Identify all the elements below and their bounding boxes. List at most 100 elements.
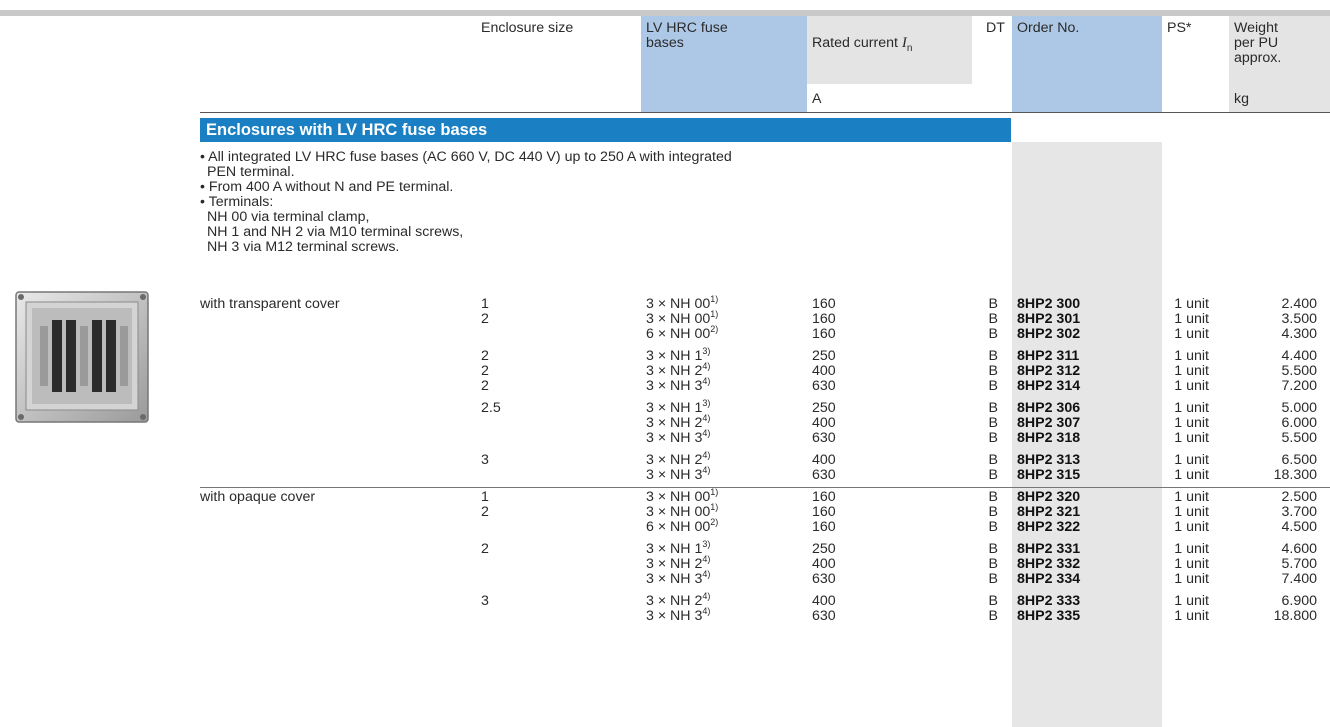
cell-weight: 5.500 (1281, 363, 1317, 379)
group-divider (200, 487, 1330, 488)
cell-dt: B (988, 489, 998, 505)
cell-weight: 7.200 (1281, 378, 1317, 394)
cell-current: 630 (812, 467, 836, 483)
footnote-ref: 2) (710, 324, 719, 334)
cell-order: 8HP2 318 (1017, 430, 1081, 446)
footnote-ref: 1) (710, 487, 719, 497)
cell-dt: B (988, 363, 998, 379)
cell-current: 160 (812, 311, 836, 327)
cell-weight: 4.300 (1281, 326, 1317, 342)
cell-dt: B (988, 571, 998, 587)
cell-current: 400 (812, 593, 836, 609)
cell-current: 250 (812, 400, 836, 416)
cell-dt: B (988, 467, 998, 483)
cell-fuse: 3 × NH 13) (646, 346, 711, 364)
cell-ps: 1 unit (1174, 467, 1209, 483)
fuse-text: 3 × NH 2 (646, 415, 703, 431)
cell-fuse: 3 × NH 24) (646, 554, 711, 572)
footnote-ref: 1) (710, 502, 719, 512)
cell-dt: B (988, 541, 998, 557)
cell-weight: 2.500 (1281, 489, 1317, 505)
fuse-text: 3 × NH 00 (646, 489, 711, 505)
footnote-ref: 4) (702, 413, 711, 423)
unit-current: A (812, 91, 822, 107)
fuse-text: 3 × NH 00 (646, 311, 711, 327)
footnote-ref: 4) (702, 569, 711, 579)
footnote-ref: 3) (702, 398, 711, 408)
cell-ps: 1 unit (1174, 430, 1209, 446)
cell-fuse: 3 × NH 34) (646, 466, 710, 483)
cell-current: 400 (812, 363, 836, 379)
cell-size: 2 (481, 348, 489, 364)
fuse-text: 3 × NH 00 (646, 504, 711, 520)
cell-fuse: 3 × NH 34) (646, 376, 711, 394)
cell-current: 160 (812, 504, 836, 520)
cell-weight: 18.800 (1273, 608, 1317, 624)
cell-size: 3 (481, 452, 489, 468)
cell-weight: 7.400 (1281, 571, 1317, 587)
cell-order: 8HP2 312 (1017, 363, 1081, 379)
cell-size: 2 (481, 363, 489, 379)
cell-order: 8HP2 334 (1017, 571, 1081, 587)
cell-order: 8HP2 307 (1017, 415, 1081, 431)
note-line: PEN terminal. (207, 164, 295, 180)
cell-size: 2 (481, 504, 489, 520)
cell-fuse: 3 × NH 13) (646, 539, 711, 557)
footnote-ref: 4) (702, 428, 711, 438)
cell-ps: 1 unit (1174, 400, 1209, 416)
header-rule (200, 112, 1330, 113)
cell-ps: 1 unit (1174, 504, 1209, 520)
cell-current: 630 (812, 430, 836, 446)
cell-order: 8HP2 335 (1017, 608, 1081, 624)
group-label: with transparent cover (200, 296, 340, 312)
note-line: • All integrated LV HRC fuse bases (AC 6… (200, 149, 732, 165)
cell-dt: B (988, 311, 998, 327)
cell-order: 8HP2 302 (1017, 326, 1081, 342)
enclosure-with-fuse-bases-photo (15, 291, 149, 423)
cell-dt: B (988, 608, 998, 624)
footnote-ref: 4) (702, 361, 711, 371)
order-no-section-cap (1012, 118, 1162, 142)
cell-order: 8HP2 301 (1017, 311, 1081, 327)
cell-fuse: 3 × NH 24) (646, 361, 711, 379)
fuse-text: 3 × NH 2 (646, 593, 703, 609)
cell-dt: B (988, 415, 998, 431)
cell-fuse: 3 × NH 24) (646, 592, 710, 609)
cell-fuse: 3 × NH 24) (646, 413, 711, 431)
footnote-ref: 4) (702, 450, 711, 460)
cell-order: 8HP2 322 (1017, 519, 1081, 535)
header-ps: PS* (1167, 20, 1192, 36)
cell-ps: 1 unit (1174, 489, 1209, 505)
footnote-ref: 3) (702, 346, 711, 356)
cell-order: 8HP2 314 (1017, 378, 1081, 394)
cell-weight: 18.300 (1273, 467, 1317, 483)
note-line: • Terminals: (200, 194, 274, 210)
header-order-no: Order No. (1017, 20, 1080, 36)
cell-dt: B (988, 378, 998, 394)
cell-current: 400 (812, 415, 836, 431)
cell-dt: B (988, 430, 998, 446)
cell-fuse: 6 × NH 002) (646, 324, 719, 342)
cell-fuse: 3 × NH 13) (646, 398, 711, 416)
cell-fuse: 3 × NH 001) (646, 487, 719, 505)
note-line: NH 1 and NH 2 via M10 terminal screws, (207, 224, 464, 240)
footnote-ref: 3) (702, 539, 711, 549)
cell-ps: 1 unit (1174, 519, 1209, 535)
cell-fuse: 3 × NH 001) (646, 502, 719, 520)
cell-dt: B (988, 593, 998, 609)
cell-weight: 6.000 (1281, 415, 1317, 431)
cell-ps: 1 unit (1174, 326, 1209, 342)
cell-ps: 1 unit (1174, 378, 1209, 394)
fuse-text: 3 × NH 1 (646, 541, 703, 557)
fuse-text: 3 × NH 3 (646, 378, 703, 394)
cell-ps: 1 unit (1174, 608, 1209, 624)
section-title: Enclosures with LV HRC fuse bases (200, 118, 1011, 142)
footnote-ref: 4) (702, 554, 711, 564)
cell-weight: 5.000 (1281, 400, 1317, 416)
cell-ps: 1 unit (1174, 415, 1209, 431)
cell-weight: 6.900 (1281, 593, 1317, 609)
cell-ps: 1 unit (1174, 571, 1209, 587)
footnote-ref: 4) (702, 376, 711, 386)
cell-size: 2 (481, 311, 489, 327)
fuse-text: 3 × NH 2 (646, 556, 703, 572)
